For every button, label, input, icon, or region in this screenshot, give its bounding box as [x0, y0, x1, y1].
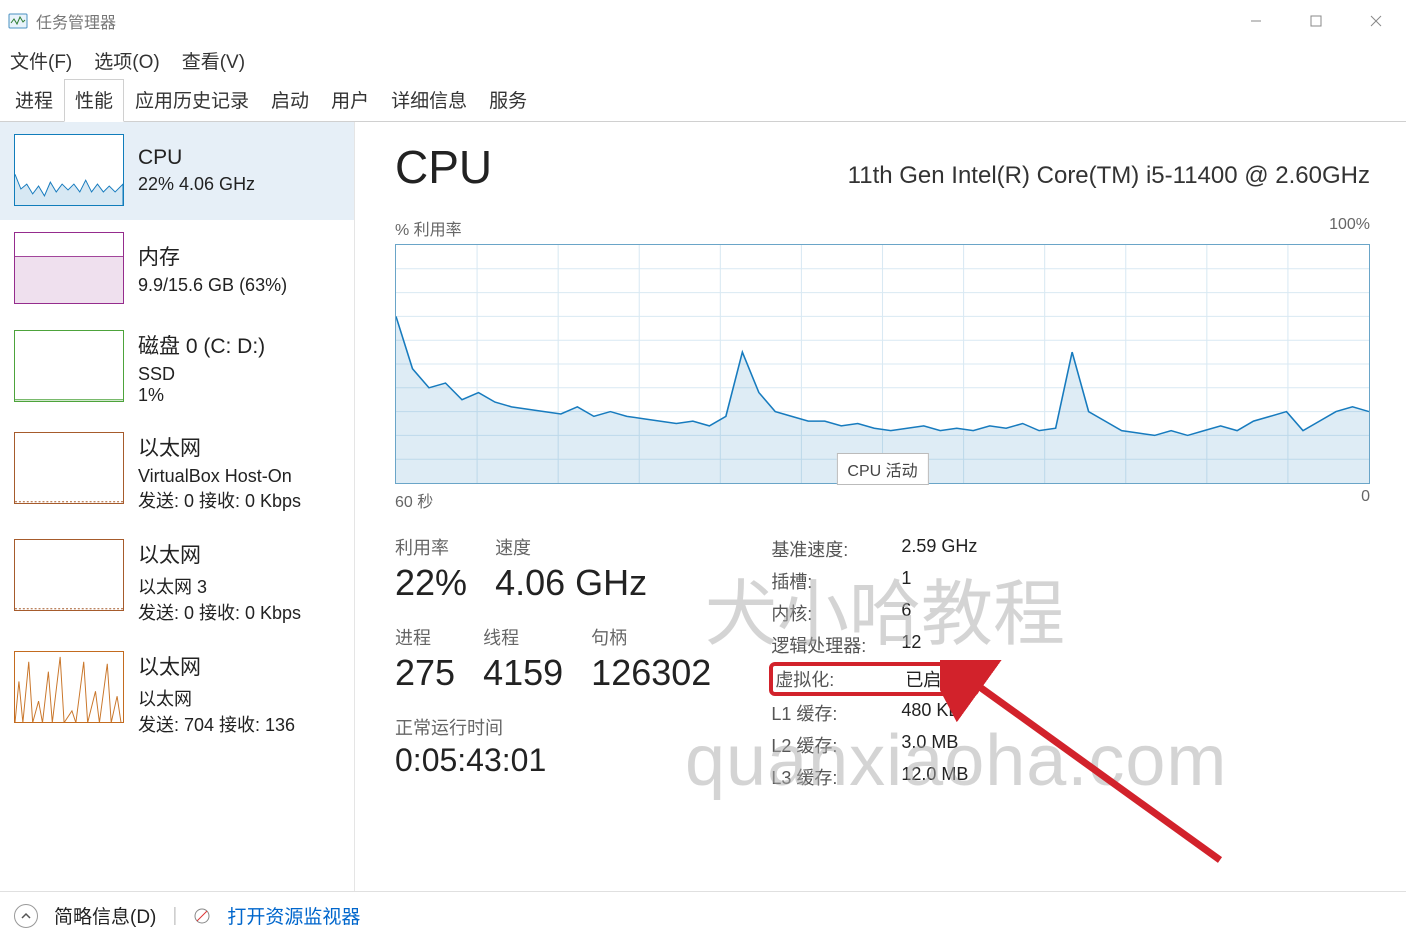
thumb-eth2 [14, 539, 124, 611]
cpu-model-name: 11th Gen Intel(R) Core(TM) i5-11400 @ 2.… [848, 162, 1370, 190]
stat-key: 虚拟化: [775, 666, 905, 692]
sidebar-eth1-sub2: 发送: 0 接收: 0 Kbps [138, 487, 301, 513]
chart-label-topright: 100% [1329, 216, 1370, 240]
minimize-button[interactable] [1226, 0, 1286, 42]
sidebar[interactable]: CPU 22% 4.06 GHz 内存 9.9/15.6 GB (63%) 磁盘… [0, 122, 355, 891]
stat-key: 基准速度: [771, 536, 901, 562]
sidebar-item-disk[interactable]: 磁盘 0 (C: D:) SSD 1% [0, 318, 354, 420]
menu-view[interactable]: 查看(V) [178, 43, 249, 78]
thr-value: 4159 [483, 652, 563, 694]
stat-row-4: 虚拟化:已启用 [771, 664, 977, 694]
stat-val: 6 [901, 600, 911, 626]
sidebar-item-ethernet-1[interactable]: 以太网 VirtualBox Host-On 发送: 0 接收: 0 Kbps [0, 420, 354, 527]
collapse-icon[interactable] [14, 904, 38, 928]
tab-startup[interactable]: 启动 [260, 79, 320, 122]
sidebar-item-memory[interactable]: 内存 9.9/15.6 GB (63%) [0, 220, 354, 318]
tab-performance[interactable]: 性能 [64, 79, 124, 122]
sidebar-eth3-sub: 以太网 [138, 685, 295, 711]
sidebar-eth2-sub: 以太网 3 [138, 573, 301, 599]
sidebar-cpu-title: CPU [138, 146, 255, 170]
chart-label-topleft: % 利用率 [395, 216, 462, 240]
menubar: 文件(F) 选项(O) 查看(V) [0, 42, 1406, 78]
stat-row-2: 内核:6 [771, 600, 977, 626]
stat-val: 12.0 MB [901, 764, 968, 790]
sidebar-eth3-sub2: 发送: 704 接收: 136 [138, 711, 295, 737]
sidebar-item-ethernet-3[interactable]: 以太网 以太网 发送: 704 接收: 136 [0, 639, 354, 751]
thumb-eth3 [14, 651, 124, 723]
main-title: CPU [395, 140, 492, 194]
resmon-icon [193, 907, 211, 925]
sidebar-memory-title: 内存 [138, 241, 287, 271]
chart-label-bottomleft: 60 秒 [395, 488, 433, 512]
stat-row-5: L1 缓存:480 KB [771, 700, 977, 726]
footer: 简略信息(D) | 打开资源监视器 [0, 891, 1406, 939]
speed-label: 速度 [495, 534, 647, 560]
sidebar-item-ethernet-2[interactable]: 以太网 以太网 3 发送: 0 接收: 0 Kbps [0, 527, 354, 639]
tab-processes[interactable]: 进程 [4, 79, 64, 122]
uptime-value: 0:05:43:01 [395, 742, 711, 779]
thr-label: 线程 [483, 624, 563, 650]
menu-options[interactable]: 选项(O) [90, 43, 163, 78]
sidebar-disk-title: 磁盘 0 (C: D:) [138, 330, 265, 360]
sidebar-eth3-title: 以太网 [138, 651, 295, 681]
sidebar-disk-sub: SSD [138, 364, 265, 385]
sidebar-eth2-sub2: 发送: 0 接收: 0 Kbps [138, 599, 301, 625]
stat-val: 2.59 GHz [901, 536, 977, 562]
thumb-cpu [14, 134, 124, 206]
cpu-chart[interactable]: CPU 活动 [395, 244, 1370, 484]
sidebar-disk-sub2: 1% [138, 385, 265, 406]
thumb-memory [14, 232, 124, 304]
thumb-eth1 [14, 432, 124, 504]
thumb-disk [14, 330, 124, 402]
hnd-label: 句柄 [591, 624, 711, 650]
window-title: 任务管理器 [36, 9, 116, 33]
menu-file[interactable]: 文件(F) [6, 43, 76, 78]
sidebar-eth2-title: 以太网 [138, 539, 301, 569]
stat-row-7: L3 缓存:12.0 MB [771, 764, 977, 790]
proc-label: 进程 [395, 624, 455, 650]
hnd-value: 126302 [591, 652, 711, 694]
stat-key: L2 缓存: [771, 732, 901, 758]
sidebar-memory-sub: 9.9/15.6 GB (63%) [138, 275, 287, 296]
tab-strip: 进程 性能 应用历史记录 启动 用户 详细信息 服务 [0, 78, 1406, 122]
speed-value: 4.06 GHz [495, 562, 647, 604]
close-button[interactable] [1346, 0, 1406, 42]
tab-app-history[interactable]: 应用历史记录 [124, 79, 260, 122]
stat-val: 3.0 MB [901, 732, 958, 758]
util-label: 利用率 [395, 534, 467, 560]
sidebar-cpu-sub: 22% 4.06 GHz [138, 174, 255, 195]
task-manager-icon [8, 11, 28, 31]
maximize-button[interactable] [1286, 0, 1346, 42]
open-resmon-link[interactable]: 打开资源监视器 [227, 902, 360, 929]
uptime-label: 正常运行时间 [395, 714, 711, 740]
main-pane: CPU 11th Gen Intel(R) Core(TM) i5-11400 … [355, 122, 1406, 891]
tab-services[interactable]: 服务 [478, 79, 538, 122]
stat-val: 1 [901, 568, 911, 594]
chart-label-bottomright: 0 [1361, 488, 1370, 512]
sidebar-eth1-title: 以太网 [138, 432, 301, 462]
stat-row-0: 基准速度:2.59 GHz [771, 536, 977, 562]
stat-key: 插槽: [771, 568, 901, 594]
stat-row-6: L2 缓存:3.0 MB [771, 732, 977, 758]
stat-val: 已启用 [905, 666, 959, 692]
stat-key: L1 缓存: [771, 700, 901, 726]
chart-tooltip: CPU 活动 [836, 453, 928, 485]
stats-right: 基准速度:2.59 GHz插槽:1内核:6逻辑处理器:12虚拟化:已启用L1 缓… [771, 536, 977, 796]
stat-key: 逻辑处理器: [771, 632, 901, 658]
sidebar-eth1-sub: VirtualBox Host-On [138, 466, 301, 487]
stat-key: 内核: [771, 600, 901, 626]
stat-val: 12 [901, 632, 921, 658]
tab-details[interactable]: 详细信息 [380, 79, 478, 122]
stat-row-3: 逻辑处理器:12 [771, 632, 977, 658]
brief-info-link[interactable]: 简略信息(D) [54, 902, 156, 929]
stat-val: 480 KB [901, 700, 960, 726]
util-value: 22% [395, 562, 467, 604]
stat-row-1: 插槽:1 [771, 568, 977, 594]
stat-key: L3 缓存: [771, 764, 901, 790]
proc-value: 275 [395, 652, 455, 694]
sidebar-item-cpu[interactable]: CPU 22% 4.06 GHz [0, 122, 354, 220]
tab-users[interactable]: 用户 [320, 79, 380, 122]
